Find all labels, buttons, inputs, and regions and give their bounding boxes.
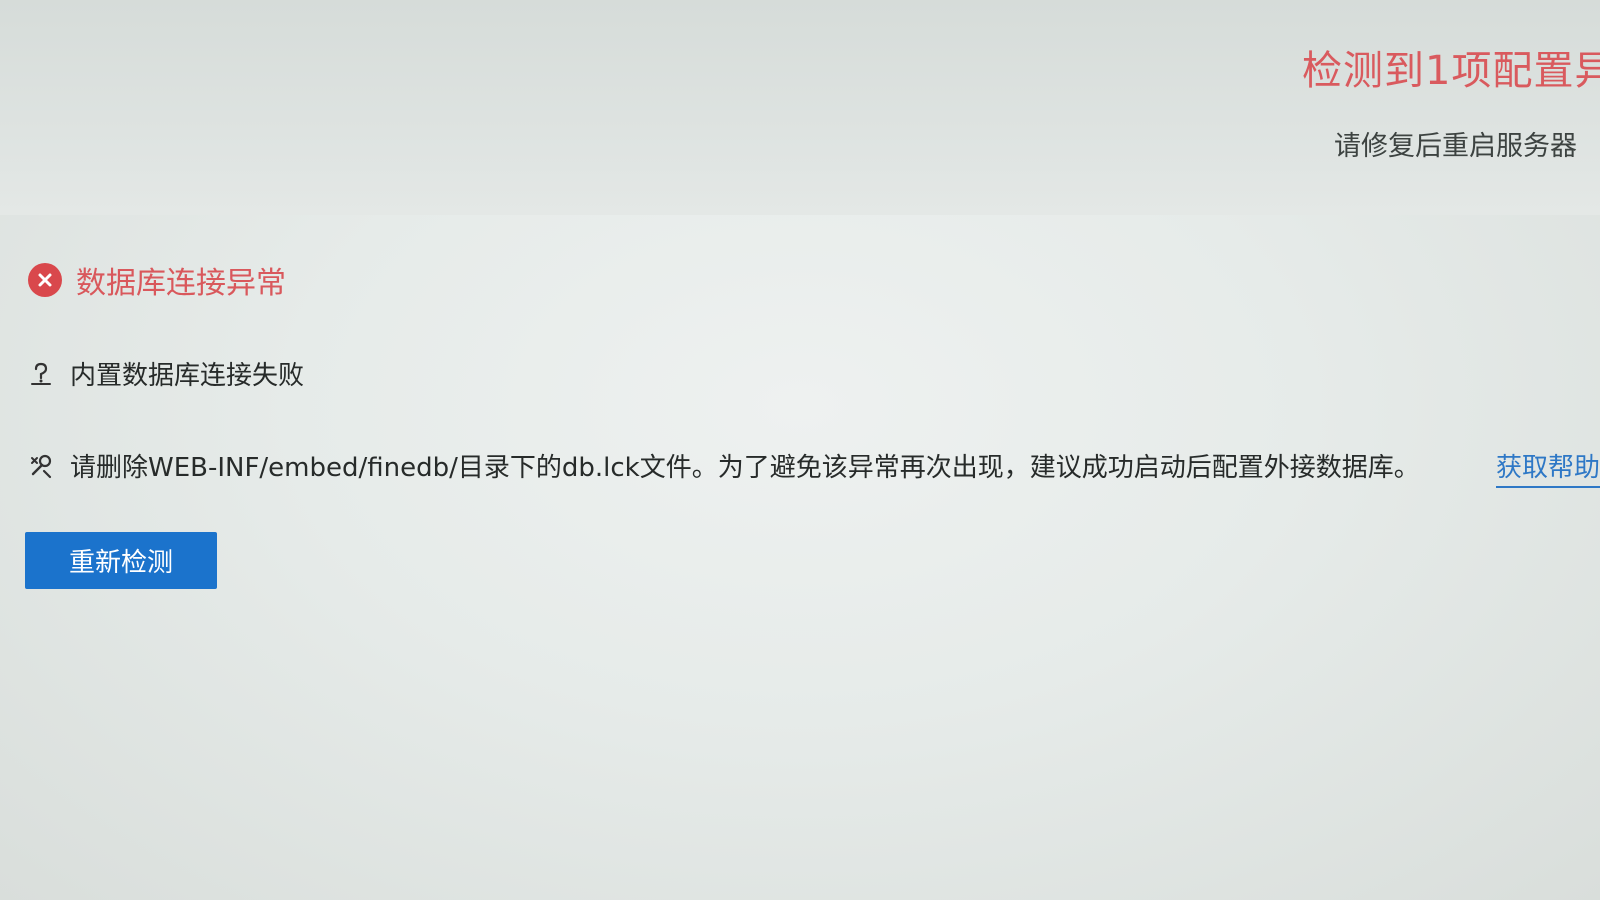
error-title-label: 数据库连接异常 [76, 266, 286, 301]
problem-row: 内置数据库连接失败 [28, 355, 304, 392]
error-circle-x-icon [28, 263, 62, 297]
get-help-link[interactable]: 获取帮助 [1496, 447, 1600, 488]
wrench-icon [28, 453, 54, 479]
page-title: 检测到1项配置异常 [1302, 48, 1600, 94]
solution-row: 请删除WEB-INF/embed/finedb/目录下的db.lck文件。为了避… [28, 447, 1420, 484]
solution-text: 请删除WEB-INF/embed/finedb/目录下的db.lck文件。为了避… [70, 453, 1420, 483]
page-subtitle: 请修复后重启服务器 [1334, 131, 1577, 162]
recheck-button[interactable]: 重新检测 [25, 532, 217, 589]
header-band [0, 0, 1600, 215]
question-mark-icon [28, 361, 54, 387]
error-section-title: 数据库连接异常 [28, 258, 286, 302]
problem-text: 内置数据库连接失败 [70, 361, 305, 391]
